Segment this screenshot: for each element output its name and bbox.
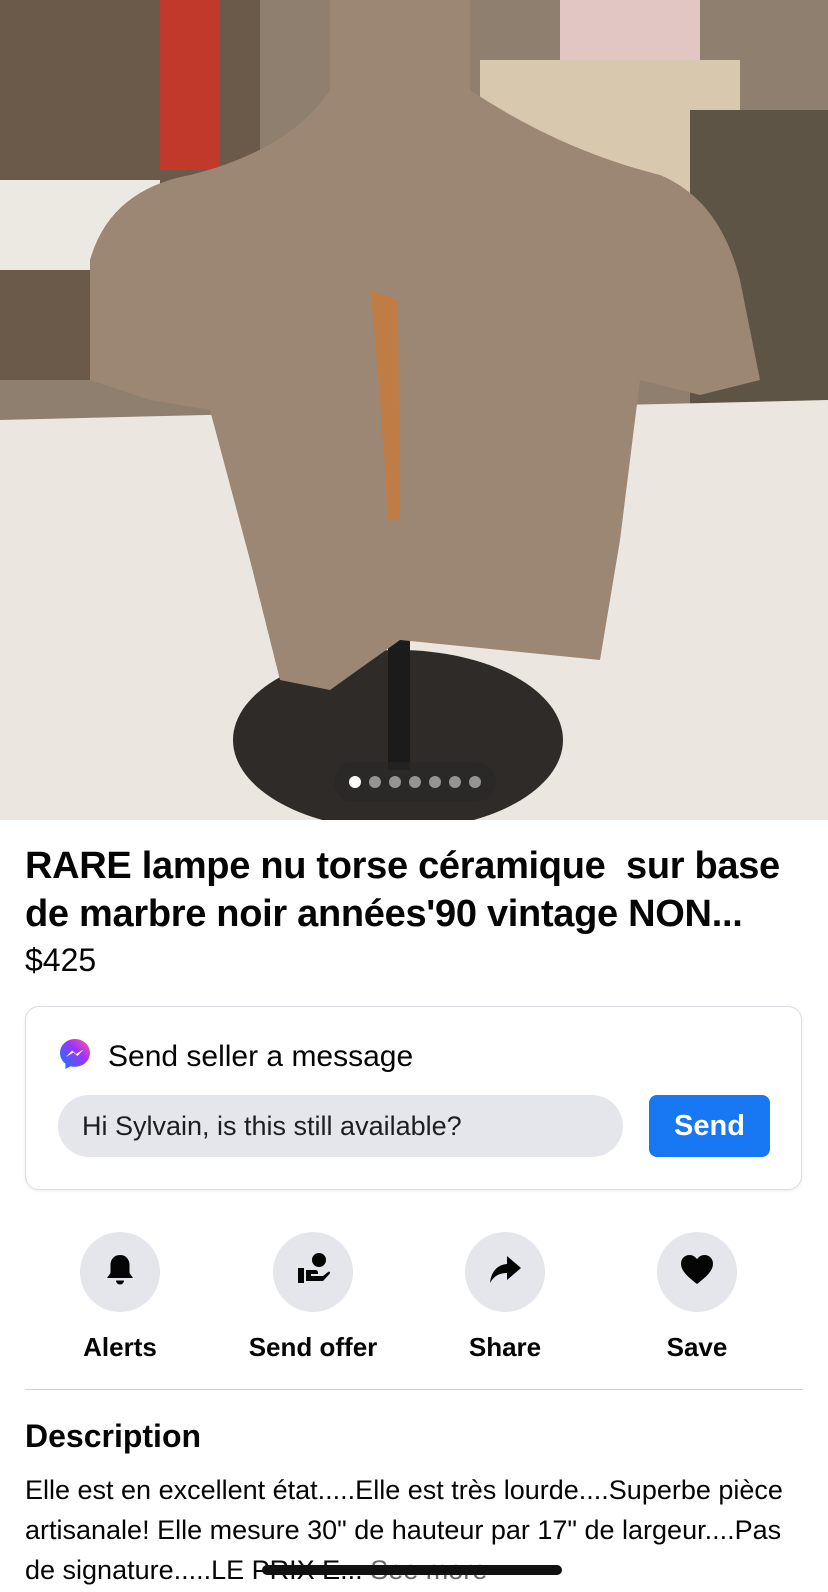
bell-icon (102, 1252, 138, 1293)
save-label: Save (666, 1332, 728, 1362)
message-card-header: Send seller a message (58, 1037, 413, 1076)
photo-dot[interactable] (429, 776, 441, 788)
share-label: Share (468, 1332, 542, 1362)
alerts-button-circle[interactable] (80, 1232, 160, 1312)
photo-dot[interactable] (469, 776, 481, 788)
send-offer-button[interactable]: Send offer (223, 1232, 403, 1363)
home-indicator[interactable] (262, 1565, 562, 1575)
listing-title: RARE lampe nu torse céramique sur base d… (25, 845, 791, 935)
share-icon (486, 1251, 524, 1294)
messenger-icon (58, 1037, 92, 1076)
photo-dot[interactable] (349, 776, 361, 788)
listing-price: $425 (25, 942, 97, 978)
torso-sculpture-image (0, 0, 828, 820)
share-button-circle[interactable] (465, 1232, 545, 1312)
share-button[interactable]: Share (415, 1232, 595, 1363)
alerts-label: Alerts (83, 1332, 157, 1362)
action-bar: Alerts Send offer Share Save (0, 1232, 828, 1362)
photo-dot[interactable] (409, 776, 421, 788)
photo-dot[interactable] (389, 776, 401, 788)
listing-photo[interactable] (0, 0, 828, 820)
photo-dot[interactable] (369, 776, 381, 788)
photo-pagination-dots[interactable] (334, 762, 496, 802)
send-offer-label: Send offer (248, 1332, 378, 1362)
photo-dot[interactable] (449, 776, 461, 788)
save-button-circle[interactable] (657, 1232, 737, 1312)
message-card-title: Send seller a message (108, 1039, 414, 1073)
send-offer-button-circle[interactable] (273, 1232, 353, 1312)
send-button[interactable]: Send (649, 1095, 770, 1157)
message-input[interactable]: Hi Sylvain, is this still available? (58, 1095, 623, 1157)
save-button[interactable]: Save (607, 1232, 787, 1363)
alerts-button[interactable]: Alerts (30, 1232, 210, 1363)
send-message-card: Send seller a message Hi Sylvain, is thi… (25, 1006, 802, 1190)
description-heading: Description (25, 1418, 202, 1454)
heart-icon (678, 1251, 716, 1294)
offer-icon (293, 1250, 333, 1295)
section-divider (25, 1389, 803, 1390)
